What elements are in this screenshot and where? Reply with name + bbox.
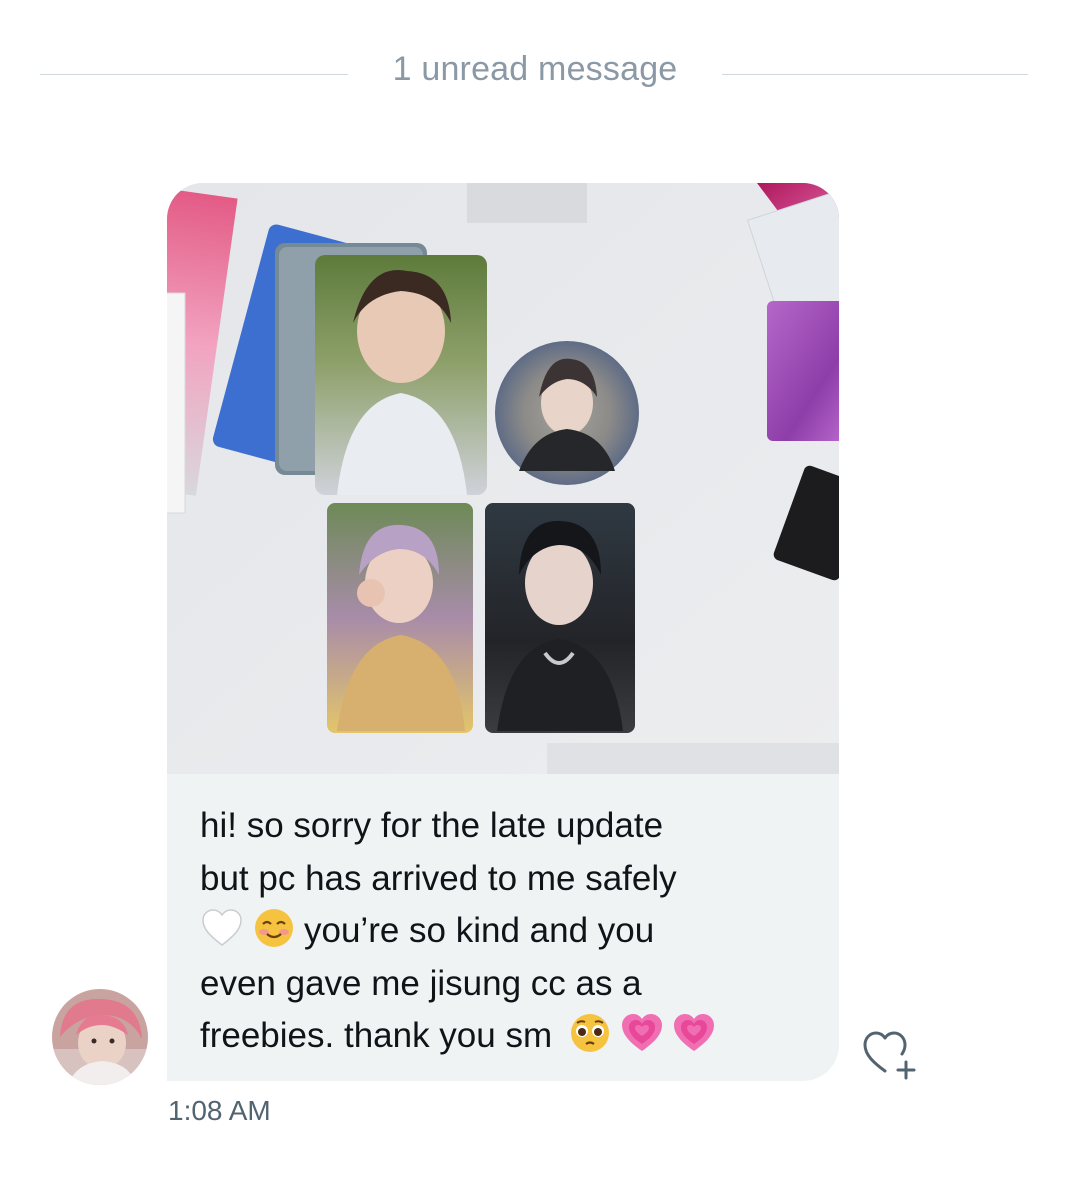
avatar-image — [52, 989, 148, 1085]
message-timestamp: 1:08 AM — [168, 1095, 271, 1126]
growing-heart-icon — [673, 1014, 714, 1051]
divider-line-left — [40, 74, 348, 75]
message-line: but pc has arrived to me safely — [200, 858, 677, 898]
divider-line-right — [722, 74, 1028, 75]
react-button[interactable] — [858, 1024, 922, 1080]
heart-plus-icon — [863, 1031, 916, 1080]
photocards-image — [167, 183, 839, 774]
dm-conversation: 1 unread message hi! so sorry for the la… — [0, 0, 1071, 1200]
smiling-face-icon — [255, 909, 293, 947]
unread-divider-label: 1 unread message — [392, 50, 678, 88]
message-line-text: freebies. thank you sm — [200, 1016, 553, 1055]
white-heart-icon — [202, 909, 242, 946]
message-bubble[interactable]: hi! so sorry for the late update but pc … — [167, 183, 839, 1081]
pleading-face-icon — [570, 1014, 609, 1052]
message-line: even gave me jisung cc as a — [200, 963, 642, 1003]
message-line: freebies. thank you sm — [200, 1010, 820, 1063]
message-line: you’re so kind and you — [200, 905, 820, 958]
growing-heart-icon — [621, 1014, 662, 1051]
message-photo[interactable] — [167, 183, 839, 774]
message-line: hi! so sorry for the late update — [200, 806, 664, 845]
avatar[interactable] — [52, 989, 148, 1085]
message-text: hi! so sorry for the late update but pc … — [200, 800, 820, 1063]
message-line-text: you’re so kind and you — [304, 911, 655, 950]
